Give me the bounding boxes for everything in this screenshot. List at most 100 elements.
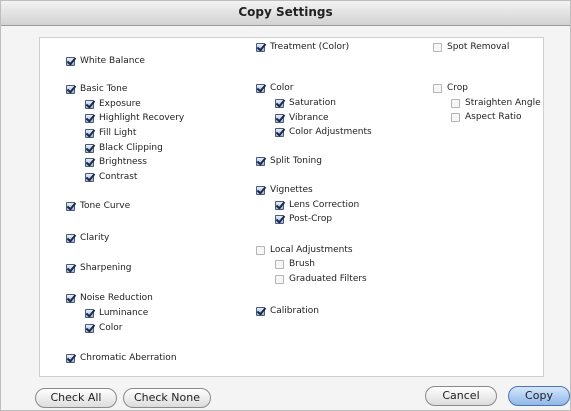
checkbox-crop[interactable]: Crop (433, 82, 468, 94)
checkbox-lens-correction[interactable]: Lens Correction (275, 199, 359, 211)
checkbox-checked-icon (275, 127, 284, 137)
checkbox-checked-icon (66, 263, 75, 273)
checkbox-checked-icon (66, 293, 75, 303)
checkbox-label: Color (270, 83, 294, 93)
checkbox-graduated-filters[interactable]: Graduated Filters (275, 273, 367, 285)
checkbox-noise-reduction[interactable]: Noise Reduction (66, 292, 153, 304)
checkbox-label: Brightness (99, 157, 147, 167)
checkbox-aspect-ratio[interactable]: Aspect Ratio (451, 111, 522, 123)
checkbox-checked-icon (85, 323, 94, 333)
checkbox-post-crop[interactable]: Post-Crop (275, 213, 332, 225)
checkbox-contrast[interactable]: Contrast (85, 171, 137, 183)
checkbox-checked-icon (85, 143, 94, 153)
checkbox-checked-icon (275, 214, 284, 224)
copy-button[interactable]: Copy (508, 386, 570, 406)
checkbox-color[interactable]: Color (256, 82, 294, 94)
checkbox-black-clipping[interactable]: Black Clipping (85, 142, 163, 154)
checkbox-vignettes[interactable]: Vignettes (256, 184, 313, 196)
checkbox-label: Black Clipping (99, 143, 163, 153)
checkbox-label: White Balance (80, 56, 145, 66)
checkbox-label: Clarity (80, 233, 110, 243)
checkbox-label: Local Adjustments (270, 245, 353, 255)
checkbox-label: Color (99, 323, 123, 333)
checkbox-vibrance[interactable]: Vibrance (275, 112, 329, 124)
checkbox-unchecked-icon (256, 245, 265, 255)
checkbox-checked-icon (256, 42, 265, 52)
checkbox-checked-icon (85, 172, 94, 182)
checkbox-label: Lens Correction (289, 200, 360, 210)
checkbox-label: Post-Crop (289, 214, 333, 224)
checkbox-label: Aspect Ratio (465, 112, 522, 122)
checkbox-checked-icon (85, 128, 94, 138)
checkbox-luminance[interactable]: Luminance (85, 307, 148, 319)
checkbox-label: Split Toning (270, 156, 322, 166)
checkbox-checked-icon (275, 98, 284, 108)
checkbox-checked-icon (66, 353, 75, 363)
checkbox-checked-icon (256, 185, 265, 195)
checkbox-label: Highlight Recovery (99, 113, 185, 123)
checkbox-unchecked-icon (275, 274, 284, 284)
checkbox-label: Saturation (289, 98, 336, 108)
checkbox-label: Luminance (99, 308, 149, 318)
checkbox-label: Color Adjustments (289, 127, 372, 137)
checkbox-brush[interactable]: Brush (275, 258, 315, 270)
title-bar[interactable]: Copy Settings (1, 1, 570, 26)
checkbox-highlight-recovery[interactable]: Highlight Recovery (85, 112, 184, 124)
checkbox-checked-icon (85, 308, 94, 318)
check-all-button[interactable]: Check All (35, 388, 117, 408)
checkbox-checked-icon (66, 233, 75, 243)
copy-settings-dialog: Copy Settings White Balance Basic Tone E… (0, 0, 571, 411)
checkbox-label: Spot Removal (447, 42, 510, 52)
settings-panel: White Balance Basic Tone Exposure Highli… (39, 37, 544, 377)
checkbox-label: Chromatic Aberration (80, 353, 177, 363)
checkbox-unchecked-icon (433, 42, 442, 52)
checkbox-label: Calibration (270, 306, 319, 316)
checkbox-split-toning[interactable]: Split Toning (256, 155, 322, 167)
checkbox-unchecked-icon (451, 112, 460, 122)
checkbox-spot-removal[interactable]: Spot Removal (433, 41, 509, 53)
checkbox-white-balance[interactable]: White Balance (66, 55, 145, 67)
checkbox-checked-icon (85, 113, 94, 123)
checkbox-checked-icon (256, 306, 265, 316)
checkbox-local-adjustments[interactable]: Local Adjustments (256, 244, 353, 256)
checkbox-label: Crop (447, 83, 469, 93)
checkbox-treatment-color[interactable]: Treatment (Color) (256, 41, 349, 53)
checkbox-label: Fill Light (99, 128, 137, 138)
checkbox-label: Exposure (99, 99, 141, 109)
checkbox-calibration[interactable]: Calibration (256, 305, 319, 317)
checkbox-basic-tone[interactable]: Basic Tone (66, 83, 127, 95)
checkbox-brightness[interactable]: Brightness (85, 156, 147, 168)
checkbox-label: Treatment (Color) (270, 42, 350, 52)
checkbox-unchecked-icon (433, 83, 442, 93)
checkbox-tone-curve[interactable]: Tone Curve (66, 200, 130, 212)
checkbox-label: Noise Reduction (80, 293, 153, 303)
checkbox-checked-icon (66, 56, 75, 66)
check-none-button[interactable]: Check None (123, 388, 211, 408)
checkbox-straighten-angle[interactable]: Straighten Angle (451, 97, 541, 109)
checkbox-checked-icon (275, 113, 284, 123)
checkbox-label: Straighten Angle (465, 98, 541, 108)
checkbox-color-adjustments[interactable]: Color Adjustments (275, 126, 372, 138)
checkbox-label: Vignettes (270, 185, 313, 195)
checkbox-label: Basic Tone (80, 84, 128, 94)
checkbox-checked-icon (66, 84, 75, 94)
checkbox-checked-icon (256, 156, 265, 166)
checkbox-noise-color[interactable]: Color (85, 322, 123, 334)
checkbox-sharpening[interactable]: Sharpening (66, 262, 132, 274)
checkbox-label: Tone Curve (80, 201, 131, 211)
cancel-button[interactable]: Cancel (425, 386, 497, 406)
checkbox-unchecked-icon (275, 259, 284, 269)
checkbox-label: Vibrance (289, 113, 329, 123)
checkbox-checked-icon (66, 201, 75, 211)
checkbox-chromatic-aberration[interactable]: Chromatic Aberration (66, 352, 177, 364)
checkbox-checked-icon (85, 99, 94, 109)
checkbox-checked-icon (256, 83, 265, 93)
dialog-title: Copy Settings (238, 5, 333, 19)
checkbox-label: Sharpening (80, 263, 132, 273)
checkbox-fill-light[interactable]: Fill Light (85, 127, 136, 139)
checkbox-label: Contrast (99, 172, 138, 182)
checkbox-clarity[interactable]: Clarity (66, 232, 109, 244)
checkbox-exposure[interactable]: Exposure (85, 98, 141, 110)
checkbox-saturation[interactable]: Saturation (275, 97, 336, 109)
checkbox-unchecked-icon (451, 98, 460, 108)
